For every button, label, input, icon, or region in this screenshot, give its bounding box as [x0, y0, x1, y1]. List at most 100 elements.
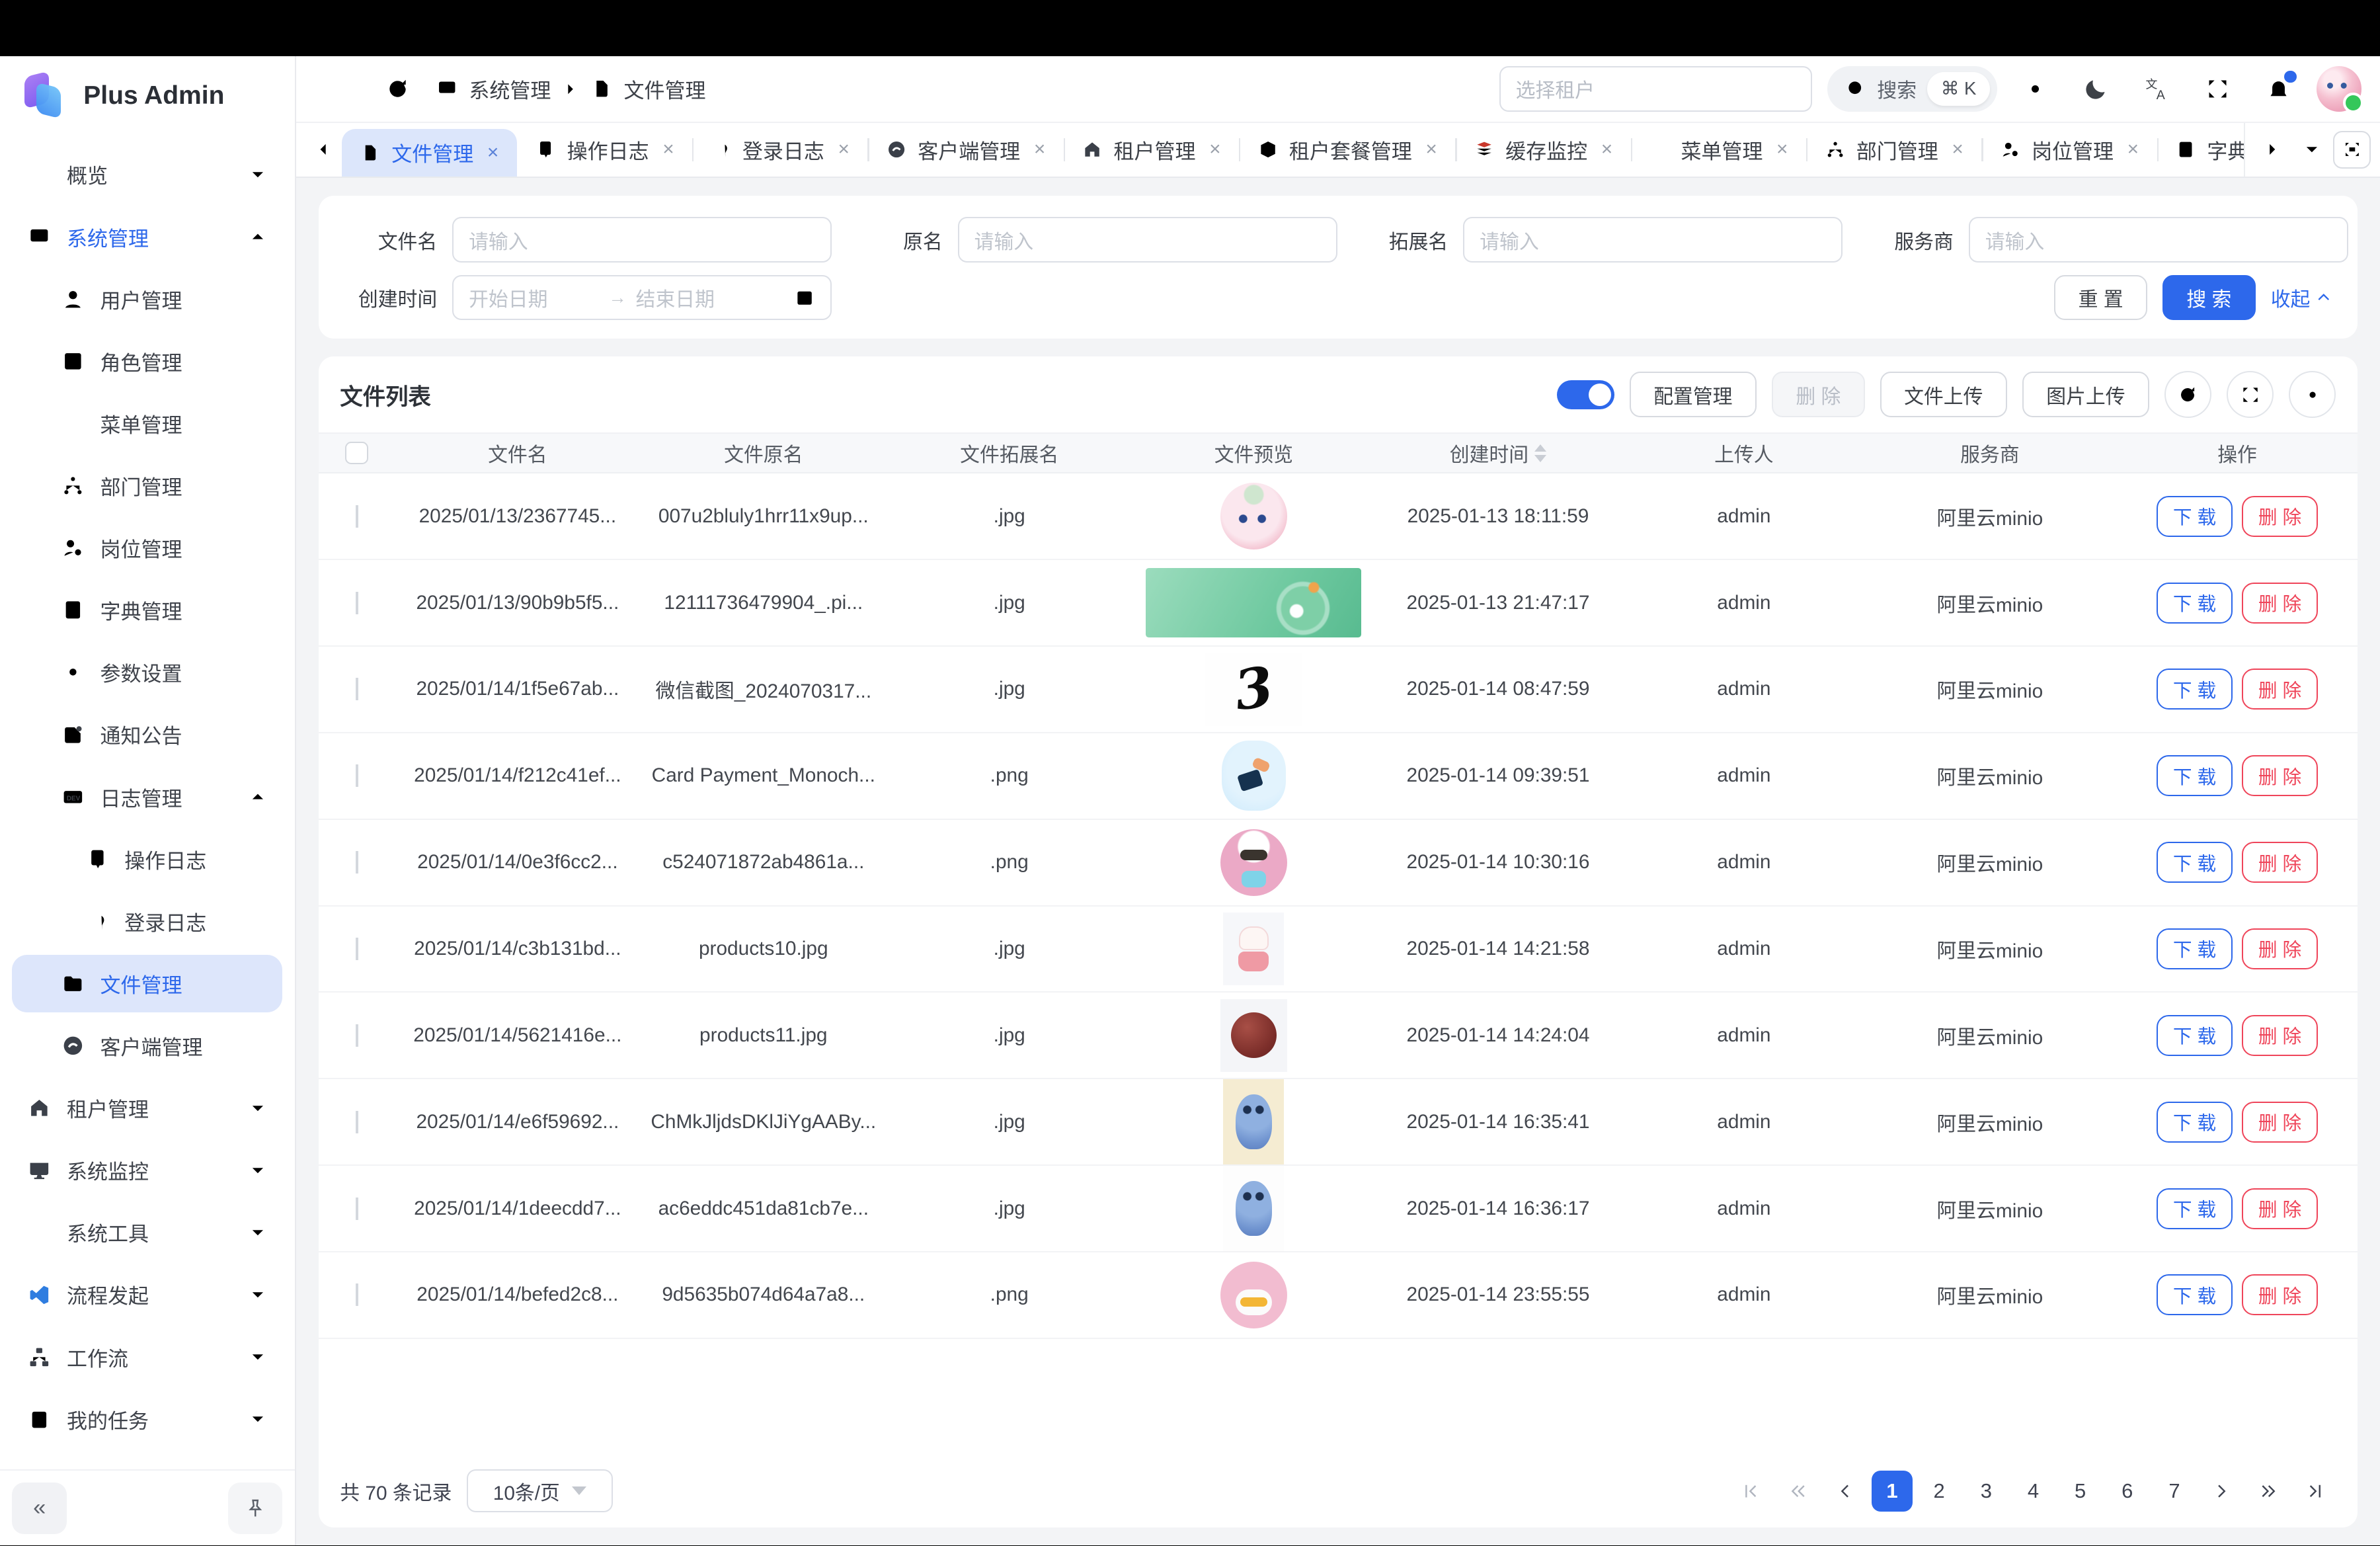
close-icon[interactable]: × — [838, 138, 850, 161]
row-checkbox[interactable] — [356, 678, 358, 700]
sidebar-item-operation-log[interactable]: 操作日志 — [12, 831, 282, 888]
select-all-checkbox[interactable] — [345, 442, 368, 464]
delete-selected-button[interactable]: 删 除 — [1772, 372, 1865, 417]
close-icon[interactable]: × — [2127, 138, 2139, 161]
upload-image-button[interactable]: 图片上传 — [2022, 372, 2149, 417]
content-fullscreen-button[interactable] — [2333, 131, 2371, 169]
delete-button[interactable]: 删 除 — [2242, 1274, 2318, 1315]
reset-button[interactable]: 重 置 — [2054, 275, 2147, 321]
tab-tenant-management[interactable]: 租户管理 × — [1064, 123, 1239, 177]
extension-input[interactable]: 请输入 — [1463, 217, 1843, 263]
refresh-list-button[interactable] — [2164, 371, 2211, 418]
page-button-3[interactable]: 3 — [1965, 1471, 2006, 1512]
delete-button[interactable]: 删 除 — [2242, 1015, 2318, 1056]
col-created-time[interactable]: 创建时间 — [1375, 438, 1621, 468]
tab-department-management[interactable]: 部门管理 × — [1806, 123, 1981, 177]
page-button-5[interactable]: 5 — [2060, 1471, 2101, 1512]
page-size-select[interactable]: 10条/页 — [467, 1469, 612, 1512]
sidebar-item-post-management[interactable]: 岗位管理 — [12, 519, 282, 577]
delete-button[interactable]: 删 除 — [2242, 583, 2318, 624]
sidebar-item-menu-management[interactable]: 菜单管理 — [12, 395, 282, 452]
tab-operation-log[interactable]: 操作日志 × — [517, 123, 692, 177]
delete-button[interactable]: 删 除 — [2242, 928, 2318, 969]
download-button[interactable]: 下 载 — [2157, 669, 2233, 710]
breadcrumb-root[interactable]: 系统管理 — [469, 74, 551, 104]
sidebar-item-system-monitor[interactable]: 系统监控 — [12, 1141, 282, 1199]
hamburger-menu-button[interactable] — [314, 66, 360, 112]
filename-input[interactable]: 请输入 — [452, 217, 832, 263]
sidebar-item-overview[interactable]: 概览 — [12, 145, 282, 203]
row-checkbox[interactable] — [356, 764, 358, 787]
tabs-scroll-left-button[interactable] — [305, 123, 341, 177]
row-checkbox[interactable] — [356, 938, 358, 960]
download-button[interactable]: 下 载 — [2157, 496, 2233, 537]
tab-post-management[interactable]: 岗位管理 × — [1981, 123, 2157, 177]
file-preview-thumbnail[interactable] — [1223, 1166, 1284, 1251]
file-preview-thumbnail[interactable] — [1222, 741, 1285, 811]
table-settings-button[interactable] — [2289, 371, 2336, 418]
close-icon[interactable]: × — [1776, 138, 1788, 161]
global-search-button[interactable]: 搜索 ⌘ K — [1827, 66, 1998, 112]
tab-client-management[interactable]: 客户端管理 × — [867, 123, 1063, 177]
file-preview-thumbnail[interactable] — [1223, 1079, 1284, 1164]
close-icon[interactable]: × — [1425, 138, 1437, 161]
row-checkbox[interactable] — [356, 1024, 358, 1047]
delete-button[interactable]: 删 除 — [2242, 1188, 2318, 1229]
fullscreen-button[interactable] — [2195, 66, 2241, 112]
jump-back-button[interactable] — [1778, 1471, 1819, 1512]
tabs-more-button[interactable] — [2293, 132, 2330, 168]
row-checkbox[interactable] — [356, 1283, 358, 1306]
sidebar-item-user-management[interactable]: 用户管理 — [12, 270, 282, 328]
created-time-range-input[interactable]: 开始日期 → 结束日期 — [452, 275, 832, 321]
sidebar-item-department-management[interactable]: 部门管理 — [12, 457, 282, 514]
user-avatar[interactable] — [2317, 66, 2362, 112]
first-page-button[interactable] — [1731, 1471, 1772, 1512]
file-preview-thumbnail[interactable] — [1220, 999, 1287, 1072]
delete-button[interactable]: 删 除 — [2242, 669, 2318, 710]
tenant-select-input[interactable]: 选择租户 — [1499, 66, 1812, 112]
file-preview-thumbnail[interactable] — [1220, 483, 1287, 549]
download-button[interactable]: 下 载 — [2157, 928, 2233, 969]
file-preview-thumbnail[interactable] — [1220, 1262, 1287, 1328]
pin-sidebar-button[interactable] — [228, 1483, 283, 1534]
sidebar-item-demo-features[interactable]: 演示站专用功能 — [12, 1453, 282, 1470]
close-icon[interactable]: × — [662, 138, 674, 161]
upload-file-button[interactable]: 文件上传 — [1880, 372, 2007, 417]
collapse-sidebar-button[interactable]: « — [12, 1483, 67, 1534]
tab-login-log[interactable]: 登录日志 × — [692, 123, 867, 177]
delete-button[interactable]: 删 除 — [2242, 1102, 2318, 1143]
download-button[interactable]: 下 载 — [2157, 583, 2233, 624]
delete-button[interactable]: 删 除 — [2242, 755, 2318, 796]
sidebar-item-param-settings[interactable]: 参数设置 — [12, 643, 282, 701]
prev-page-button[interactable] — [1825, 1471, 1866, 1512]
download-button[interactable]: 下 载 — [2157, 1188, 2233, 1229]
sidebar-item-notice-announcement[interactable]: 通知公告 — [12, 706, 282, 763]
page-button-4[interactable]: 4 — [2012, 1471, 2053, 1512]
page-button-1[interactable]: 1 — [1872, 1471, 1913, 1512]
last-page-button[interactable] — [2295, 1471, 2336, 1512]
row-checkbox[interactable] — [356, 592, 358, 614]
tabs-scroll-right-button[interactable] — [2254, 132, 2290, 168]
file-preview-thumbnail[interactable]: 3 — [1205, 653, 1302, 725]
sidebar-item-system-management[interactable]: 系统管理 — [12, 208, 282, 265]
settings-button[interactable] — [2012, 66, 2058, 112]
config-management-button[interactable]: 配置管理 — [1630, 372, 1757, 417]
notifications-button[interactable] — [2256, 66, 2301, 112]
sidebar-item-dict-management[interactable]: 字典管理 — [12, 581, 282, 639]
download-button[interactable]: 下 载 — [2157, 1102, 2233, 1143]
config-toggle[interactable] — [1557, 380, 1614, 409]
expand-table-button[interactable] — [2227, 371, 2274, 418]
original-name-input[interactable]: 请输入 — [958, 217, 1337, 263]
tab-file-management[interactable]: 文件管理 × — [342, 129, 517, 176]
row-checkbox[interactable] — [356, 505, 358, 528]
sidebar-item-system-tools[interactable]: 系统工具 — [12, 1203, 282, 1261]
close-icon[interactable]: × — [1209, 138, 1220, 161]
file-preview-thumbnail[interactable] — [1223, 913, 1284, 985]
tab-menu-management[interactable]: 菜单管理 × — [1631, 123, 1806, 177]
sidebar-item-tenant-management[interactable]: 租户管理 — [12, 1079, 282, 1137]
provider-input[interactable]: 请输入 — [1969, 217, 2348, 263]
row-checkbox[interactable] — [356, 1198, 358, 1220]
collapse-filters-link[interactable]: 收起 — [2271, 283, 2333, 312]
next-page-button[interactable] — [2201, 1471, 2242, 1512]
sidebar-item-log-management[interactable]: 日志管理 — [12, 768, 282, 825]
